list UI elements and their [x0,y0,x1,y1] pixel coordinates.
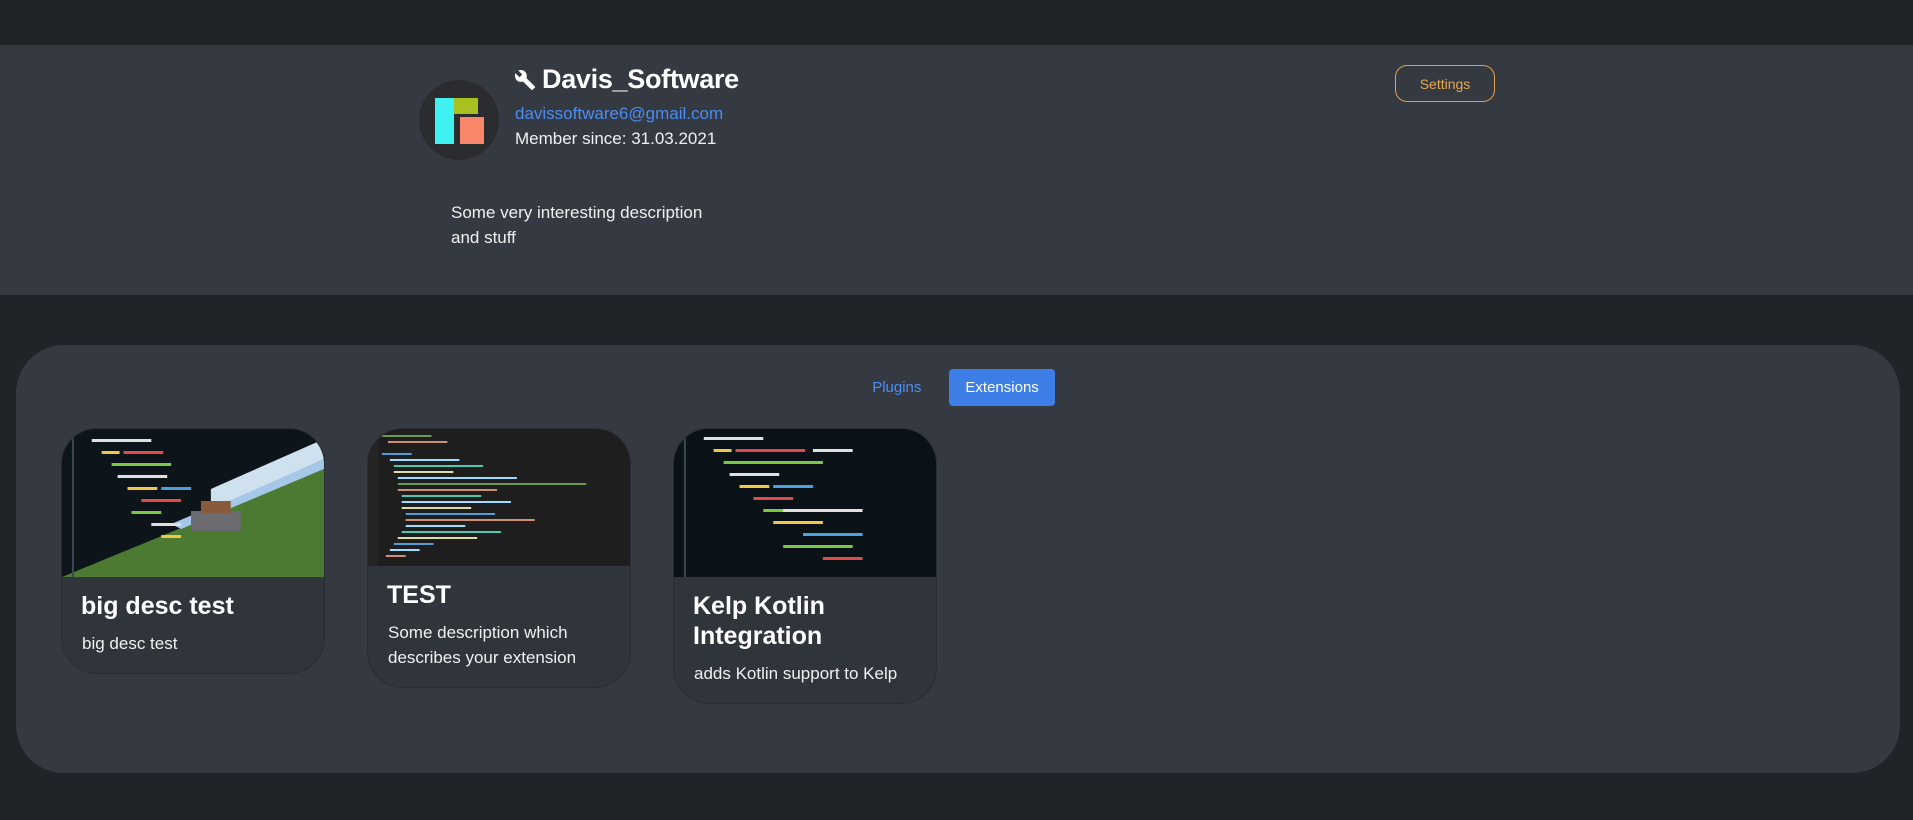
extension-card[interactable]: TEST Some description which describes yo… [367,428,631,688]
avatar [419,80,499,160]
card-title: TEST [387,581,451,609]
card-title: Kelp Kotlin Integration [693,592,825,650]
extension-card[interactable]: big desc test big desc test [61,428,325,674]
wrench-icon [514,69,536,90]
tab-extensions[interactable]: Extensions [949,369,1055,406]
profile-description: Some very interesting description and st… [451,203,703,247]
card-title: big desc test [81,592,234,620]
profile-header [0,45,1913,295]
card-description: Some description which describes your ex… [388,623,577,667]
member-since: Member since: 31.03.2021 [515,129,717,148]
card-thumbnail [674,429,936,577]
card-thumbnail [62,429,324,577]
card-description: adds Kotlin support to Kelp [694,664,898,683]
tab-plugins[interactable]: Plugins [858,369,935,406]
card-description: big desc test [82,634,178,653]
email-link[interactable]: davissoftware6@gmail.com [515,104,723,124]
extension-card[interactable]: Kelp Kotlin Integration adds Kotlin supp… [673,428,937,704]
top-bar [0,0,1913,45]
card-thumbnail [368,429,630,566]
username: Davis_Software [542,64,739,94]
username-row: Davis_Software [514,64,739,95]
tab-bar: Plugins Extensions [0,369,1913,406]
settings-button[interactable]: Settings [1395,65,1495,102]
